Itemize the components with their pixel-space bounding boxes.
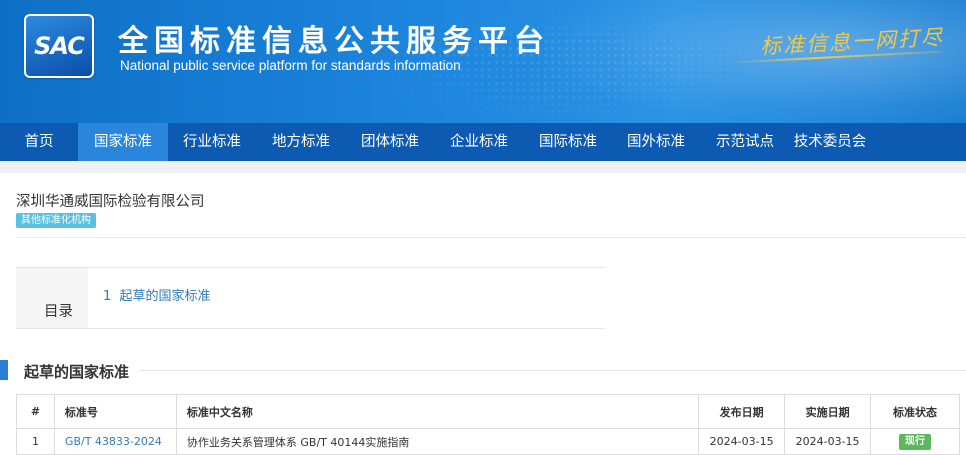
nav-item-foreign-standards[interactable]: 国外标准 (612, 123, 700, 161)
nav-item-home[interactable]: 首页 (0, 123, 78, 161)
nav-spacer (0, 161, 966, 173)
sac-logo[interactable]: SAC (24, 14, 94, 78)
section-title: 起草的国家标准 (24, 363, 130, 381)
nav-item-technical-committees[interactable]: 技术委员会 (790, 123, 870, 161)
nav-item-national-standards[interactable]: 国家标准 (78, 123, 168, 161)
table-header-row: # 标准号 标准中文名称 发布日期 实施日期 标准状态 (16, 394, 960, 429)
site-header: SAC 全国标准信息公共服务平台 National public service… (0, 0, 966, 123)
site-subtitle: National public service platform for sta… (120, 58, 461, 73)
standard-code-link[interactable]: GB/T 43833-2024 (65, 435, 162, 448)
status-badge: 现行 (899, 433, 932, 450)
organization-name: 深圳华通威国际检验有限公司 (16, 194, 205, 210)
toc-item-number: 1 (103, 289, 112, 304)
column-header-standard-name[interactable]: 标准中文名称 (175, 394, 700, 429)
section-divider (140, 370, 966, 371)
nav-item-pilot-demo[interactable]: 示范试点 (700, 123, 790, 161)
nav-item-industry-standards[interactable]: 行业标准 (168, 123, 256, 161)
column-header-implement-date[interactable]: 实施日期 (784, 394, 872, 429)
toc-link-drafted-national-standards[interactable]: 1 起草的国家标准 (103, 285, 211, 304)
site-title: 全国标准信息公共服务平台 (118, 24, 550, 59)
section-accent-bar (0, 360, 8, 380)
nav-item-local-standards[interactable]: 地方标准 (256, 123, 346, 161)
standard-code-cell: GB/T 43833-2024 (53, 428, 177, 455)
divider (16, 237, 966, 238)
standards-table: # 标准号 标准中文名称 发布日期 实施日期 标准状态 1 GB/T 43833… (16, 394, 960, 455)
organization-type-badge: 其他标准化机构 (16, 213, 96, 228)
implement-date: 2024-03-15 (784, 428, 872, 455)
column-header-standard-code[interactable]: 标准号 (53, 394, 177, 429)
row-index: 1 (16, 428, 55, 455)
standard-name: 协作业务关系管理体系 GB/T 40144实施指南 (175, 428, 700, 455)
table-row: 1 GB/T 43833-2024 协作业务关系管理体系 GB/T 40144实… (16, 428, 960, 455)
main-nav: 首页 国家标准 行业标准 地方标准 团体标准 企业标准 国际标准 国外标准 示范… (0, 123, 966, 161)
toc-label: 目录 (44, 304, 73, 320)
nav-item-international-standards[interactable]: 国际标准 (524, 123, 612, 161)
table-of-contents: 目录 1 起草的国家标准 (16, 267, 605, 329)
column-header-status[interactable]: 标准状态 (870, 394, 960, 429)
toc-item-text: 起草的国家标准 (119, 289, 211, 304)
column-header-publish-date[interactable]: 发布日期 (698, 394, 786, 429)
status-cell: 现行 (870, 428, 960, 455)
publish-date: 2024-03-15 (698, 428, 786, 455)
nav-item-group-standards[interactable]: 团体标准 (346, 123, 434, 161)
logo-text: SAC (34, 32, 85, 60)
column-header-index[interactable]: # (16, 394, 55, 429)
nav-item-enterprise-standards[interactable]: 企业标准 (434, 123, 524, 161)
